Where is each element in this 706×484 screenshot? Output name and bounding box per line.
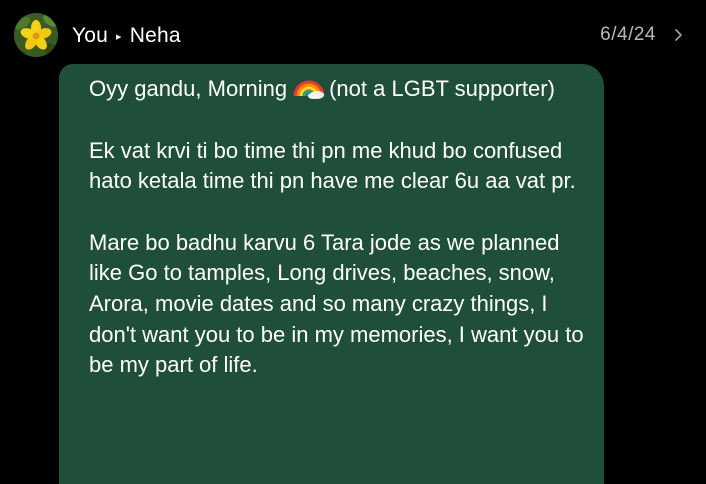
greeting-suffix-text: (not a LGBT supporter)	[329, 76, 555, 101]
message-body: Oyy gandu, Morning (not a LGBT supporter…	[89, 72, 594, 381]
chevron-right-icon[interactable]	[670, 24, 688, 46]
message-date: 6/4/24	[600, 24, 656, 45]
play-triangle-icon: ▸	[116, 30, 122, 43]
message-paragraph-1: Oyy gandu, Morning (not a LGBT supporter…	[89, 72, 594, 105]
avatar[interactable]	[14, 13, 58, 57]
sender-recipient-row[interactable]: You ▸ Neha	[72, 22, 181, 50]
sender-name: You	[72, 24, 109, 47]
message-paragraph-2: Ek vat krvi ti bo time thi pn me khud bo…	[89, 137, 576, 194]
yellow-flower-avatar-icon	[14, 13, 58, 57]
recipient-name: Neha	[129, 24, 181, 47]
message-paragraph-3: Mare bo badhu karvu 6 Tara jode as we pl…	[89, 229, 584, 378]
rainbow-emoji-icon	[293, 72, 325, 100]
message-header: You ▸ Neha 6/4/24	[0, 0, 706, 70]
greeting-text: Oyy gandu, Morning	[89, 76, 288, 101]
